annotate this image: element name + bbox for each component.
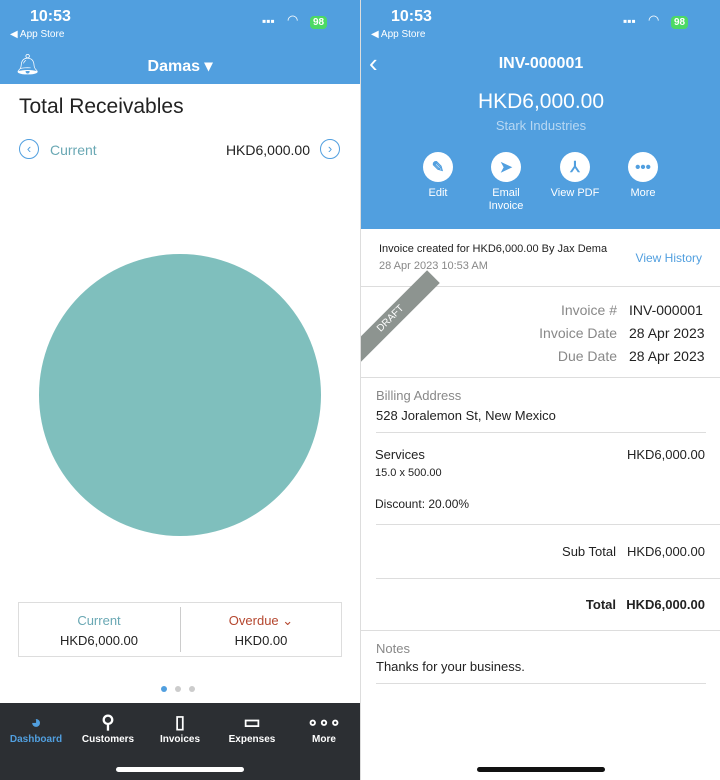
more-icon: ••• (628, 152, 658, 182)
home-indicator (116, 767, 244, 772)
page-indicator[interactable] (161, 686, 195, 692)
edit-button[interactable]: ✎ Edit (403, 152, 473, 200)
dashboard-icon: ◕ (30, 712, 42, 732)
tab-label: Customers (81, 734, 135, 745)
action-label: More (630, 187, 656, 199)
tab-customers[interactable]: ⚲ Customers (72, 710, 144, 745)
paper-plane-icon: ➤ (491, 152, 521, 182)
back-to-app-store[interactable]: ◀ App Store (10, 29, 64, 40)
overdue-value: HKD0.00 (234, 633, 288, 648)
current-value: HKD6,000.00 (59, 633, 139, 648)
more-icon: ∘∘∘ (307, 712, 341, 732)
pie-slice-current[interactable] (39, 254, 321, 536)
period-amount: HKD6,000.00 (225, 142, 310, 158)
signal-icon: ▪▪▪ (623, 14, 636, 28)
wifi-icon: ◠ (287, 12, 299, 27)
person-icon: ⚲ (101, 712, 115, 732)
status-time: 10:53 (30, 8, 71, 25)
activity-time: 28 Apr 2023 10:53 AM (379, 260, 488, 272)
previous-period-button[interactable]: ‹ (19, 139, 39, 159)
tab-label: Expenses (228, 734, 276, 745)
invoice-number-title: INV-000001 (498, 55, 584, 72)
current-label: Current (77, 613, 121, 628)
activity-text: Invoice created for HKD6,000.00 By Jax D… (379, 243, 608, 255)
customer-name: Stark Industries (495, 118, 587, 133)
invoice-amount: HKD6,000.00 (477, 90, 605, 113)
billing-address-label: Billing Address (376, 388, 462, 403)
notes-text: Thanks for your business. (376, 659, 525, 674)
tab-label: Dashboard (9, 734, 63, 745)
home-indicator (477, 767, 605, 772)
overdue-dropdown[interactable]: Overdue ⌄ (181, 613, 341, 629)
action-label: Edit (428, 187, 448, 199)
invoice-date-value: 28 Apr 2023 (629, 325, 705, 341)
receivables-summary: Current HKD6,000.00 Overdue ⌄ HKD0.00 (18, 602, 342, 657)
next-period-button[interactable]: › (320, 139, 340, 159)
billing-address: 528 Joralemon St, New Mexico (376, 408, 556, 423)
wallet-icon: ▭ (243, 712, 261, 732)
total-value: HKD6,000.00 (626, 597, 705, 612)
signal-icon: ▪▪▪ (262, 14, 275, 28)
field-label: Invoice Date (539, 325, 617, 341)
back-to-app-store[interactable]: ◀ App Store (371, 29, 425, 40)
organization-selector[interactable]: Damas ▾ (0, 56, 360, 76)
period-label: Current (50, 142, 97, 158)
action-label: Email Invoice (488, 187, 524, 212)
subtotal-label: Sub Total (562, 544, 616, 559)
view-history-link[interactable]: View History (636, 251, 702, 265)
tab-dashboard[interactable]: ◕ Dashboard (0, 710, 72, 745)
wifi-icon: ◠ (648, 12, 660, 27)
field-label: Invoice # (560, 302, 617, 318)
email-invoice-button[interactable]: ➤ Email Invoice (471, 152, 541, 213)
due-date-value: 28 Apr 2023 (629, 348, 705, 364)
battery-indicator: 98 (671, 16, 689, 29)
overdue-label: Overdue (228, 613, 279, 628)
draft-ribbon: DRAFT (361, 270, 440, 368)
notes-label: Notes (376, 641, 410, 656)
field-label: Due Date (557, 348, 617, 364)
tab-label: More (312, 734, 336, 745)
page-title: Total Receivables (19, 95, 184, 118)
invoice-number-value: INV-000001 (629, 302, 703, 318)
dashboard-screen: 10:53 ◀ App Store ▪▪▪ ◠ 98 🔔︎ Damas ▾ To… (0, 0, 360, 780)
more-actions-button[interactable]: ••• More (608, 152, 678, 200)
document-icon: ▯ (175, 712, 185, 732)
action-label: View PDF (550, 187, 600, 199)
pdf-icon: ⅄ (560, 152, 590, 182)
total-label: Total (585, 597, 616, 612)
view-pdf-button[interactable]: ⅄ View PDF (540, 152, 610, 200)
chevron-down-icon: ⌄ (282, 613, 294, 628)
invoice-detail-screen: 10:53 ◀ App Store ▪▪▪ ◠ 98 ‹ INV-000001 … (360, 0, 720, 780)
line-item-amount: HKD6,000.00 (626, 447, 705, 462)
receivables-pie-chart (39, 254, 321, 536)
line-item-name: Services (375, 447, 425, 462)
status-time: 10:53 (391, 8, 432, 25)
tab-invoices[interactable]: ▯ Invoices (144, 710, 216, 745)
line-item-discount: Discount: 20.00% (375, 497, 470, 511)
tab-expenses[interactable]: ▭ Expenses (216, 710, 288, 745)
tab-more[interactable]: ∘∘∘ More (288, 710, 360, 745)
pencil-icon: ✎ (423, 152, 453, 182)
subtotal-value: HKD6,000.00 (626, 544, 705, 559)
battery-indicator: 98 (310, 16, 328, 29)
tab-label: Invoices (159, 734, 201, 745)
line-item-quantity: 15.0 x 500.00 (375, 467, 442, 479)
